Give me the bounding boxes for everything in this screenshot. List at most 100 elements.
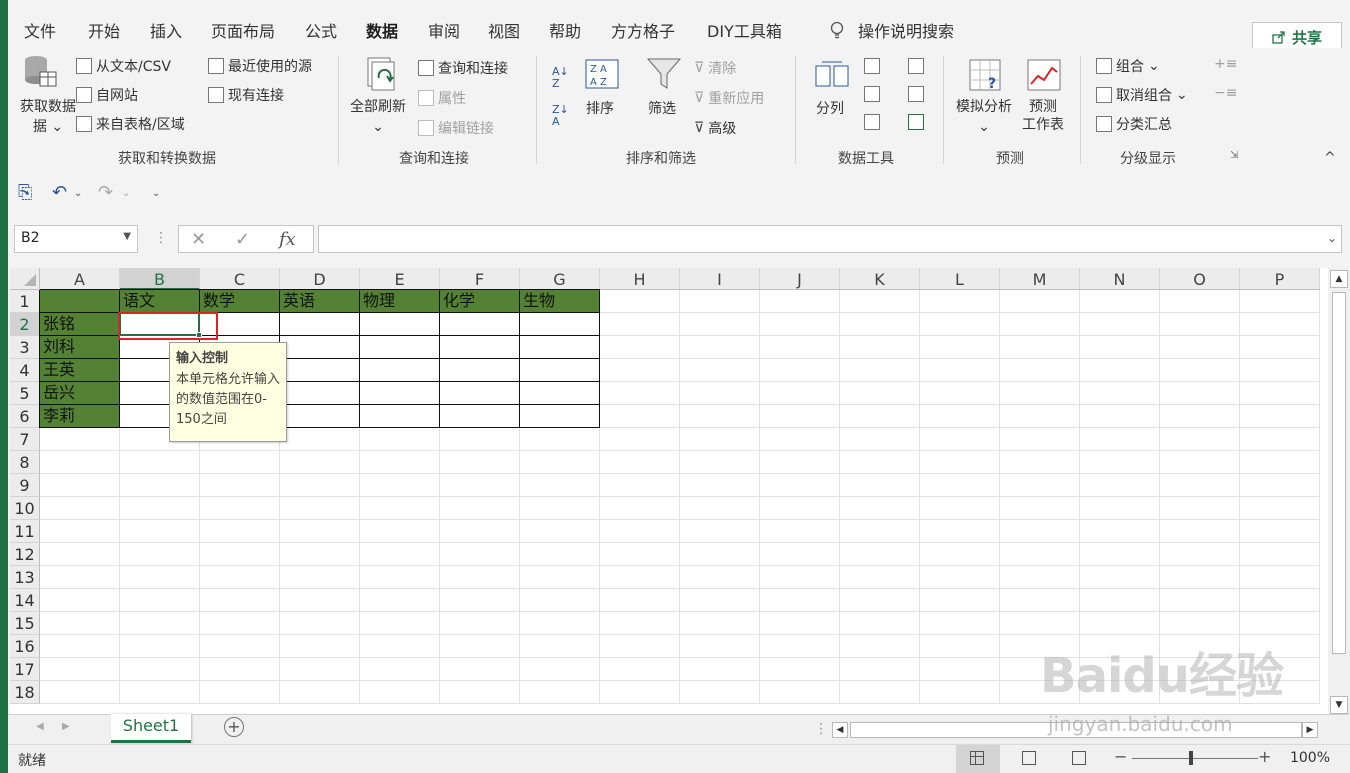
expand-formula-icon[interactable]: ⌄ xyxy=(1327,231,1337,245)
save-icon[interactable]: ⎘ xyxy=(18,182,32,203)
redo-icon[interactable]: ↷ xyxy=(98,182,113,203)
tab-diy-toolbox[interactable]: DIY工具箱 xyxy=(707,18,782,42)
undo-icon[interactable]: ↶ xyxy=(52,182,67,203)
clear-filter-button[interactable]: ⊽ 清除 xyxy=(694,58,736,78)
drag-handle-icon[interactable]: ⋮ xyxy=(154,230,168,246)
redo-dropdown-icon[interactable]: ⌄ xyxy=(122,188,130,199)
tab-page-layout[interactable]: 页面布局 xyxy=(211,18,275,42)
hide-detail-icon[interactable]: −≡ xyxy=(1214,85,1237,101)
sort-za-button[interactable]: Z↓ A xyxy=(552,104,569,128)
show-detail-icon[interactable]: +≡ xyxy=(1214,56,1237,72)
data-validation-icon[interactable] xyxy=(864,114,880,130)
column-header-c[interactable]: C xyxy=(200,268,280,290)
column-header-d[interactable]: D xyxy=(280,268,360,290)
cell-header-e1[interactable]: 物理 xyxy=(360,290,440,313)
recent-sources-button[interactable]: 最近使用的源 xyxy=(208,56,312,76)
remove-duplicates-icon[interactable] xyxy=(864,86,880,102)
normal-view-icon[interactable] xyxy=(956,745,1000,773)
subtotal-button[interactable]: 分类汇总 xyxy=(1096,114,1172,134)
row-header-10[interactable]: 10 xyxy=(10,497,40,520)
tab-home[interactable]: 开始 xyxy=(88,18,120,42)
dialog-launcher-icon[interactable]: ⇲ xyxy=(1230,150,1238,161)
column-header-k[interactable]: K xyxy=(840,268,920,290)
sheet-tab-sheet1[interactable]: Sheet1 xyxy=(111,714,191,743)
confirm-icon[interactable]: ✓ xyxy=(235,229,250,250)
undo-dropdown-icon[interactable]: ⌄ xyxy=(74,188,82,199)
page-layout-view-icon[interactable] xyxy=(1022,751,1036,765)
vertical-scrollbar[interactable]: ▲ ▼ xyxy=(1328,268,1350,714)
row-header-4[interactable]: 4 xyxy=(10,359,40,382)
flash-fill-icon[interactable] xyxy=(864,58,880,74)
tab-file[interactable]: 文件 xyxy=(24,18,56,42)
scroll-right-icon[interactable]: ▶ xyxy=(1302,722,1318,738)
refresh-all-button[interactable]: 全部刷新 ⌄ xyxy=(350,98,406,136)
row-header-14[interactable]: 14 xyxy=(10,589,40,612)
queries-connections-button[interactable]: 查询和连接 xyxy=(418,58,508,78)
column-header-m[interactable]: M xyxy=(1000,268,1080,290)
tab-review[interactable]: 审阅 xyxy=(428,18,460,42)
name-box[interactable]: B2 ▼ xyxy=(14,225,138,253)
row-header-18[interactable]: 18 xyxy=(10,681,40,704)
what-if-button[interactable]: 模拟分析 ⌄ xyxy=(956,98,1012,136)
row-header-13[interactable]: 13 xyxy=(10,566,40,589)
data-model-icon[interactable] xyxy=(908,114,924,130)
group-button[interactable]: 组合 ⌄ xyxy=(1096,56,1160,76)
zoom-level[interactable]: 100% xyxy=(1290,750,1330,766)
edit-links-button[interactable]: 编辑链接 xyxy=(418,118,494,138)
zoom-slider[interactable] xyxy=(1132,758,1258,759)
row-header-12[interactable]: 12 xyxy=(10,543,40,566)
column-header-e[interactable]: E xyxy=(360,268,440,290)
column-header-i[interactable]: I xyxy=(680,268,760,290)
cell-header-b1[interactable]: 语文 xyxy=(120,290,200,313)
scroll-left-icon[interactable]: ◀ xyxy=(832,722,848,738)
customize-qat-icon[interactable]: ⌄ xyxy=(152,188,160,199)
advanced-filter-button[interactable]: ⊽ 高级 xyxy=(694,118,736,138)
row-header-3[interactable]: 3 xyxy=(10,336,40,359)
tab-split-handle-icon[interactable]: ⋮ xyxy=(814,721,828,737)
cell-name-a4[interactable]: 王英 xyxy=(40,359,120,382)
row-header-15[interactable]: 15 xyxy=(10,612,40,635)
tab-insert[interactable]: 插入 xyxy=(150,18,182,42)
tab-data[interactable]: 数据 xyxy=(366,18,399,51)
row-header-6[interactable]: 6 xyxy=(10,405,40,428)
collapse-ribbon-icon[interactable]: ^ xyxy=(1324,150,1336,166)
existing-connections-button[interactable]: 现有连接 xyxy=(208,85,284,105)
zoom-in-icon[interactable]: + xyxy=(1258,747,1271,766)
next-sheet-icon[interactable]: ▶ xyxy=(62,721,70,732)
forecast-sheet-button[interactable]: 预测 工作表 xyxy=(1022,98,1064,134)
cell-name-a3[interactable]: 刘科 xyxy=(40,336,120,359)
text-to-columns-button[interactable]: 分列 xyxy=(816,98,844,118)
scroll-up-icon[interactable]: ▲ xyxy=(1330,270,1348,288)
zoom-slider-thumb[interactable] xyxy=(1189,751,1193,765)
scroll-down-icon[interactable]: ▼ xyxy=(1330,696,1348,714)
relationships-icon[interactable] xyxy=(908,86,924,102)
vertical-scroll-thumb[interactable] xyxy=(1332,292,1346,654)
column-header-p[interactable]: P xyxy=(1240,268,1320,290)
add-sheet-icon[interactable]: + xyxy=(224,717,244,737)
column-header-g[interactable]: G xyxy=(520,268,600,290)
formula-input[interactable]: ⌄ xyxy=(318,225,1342,253)
row-header-7[interactable]: 7 xyxy=(10,428,40,451)
sort-az-button[interactable]: A↓ Z xyxy=(552,66,569,90)
row-header-17[interactable]: 17 xyxy=(10,658,40,681)
tab-view[interactable]: 视图 xyxy=(488,18,520,42)
zoom-out-icon[interactable]: − xyxy=(1114,747,1127,766)
from-web-button[interactable]: 自网站 xyxy=(76,85,138,105)
cell-name-a2[interactable]: 张铭 xyxy=(40,313,120,336)
row-header-5[interactable]: 5 xyxy=(10,382,40,405)
column-header-b[interactable]: B xyxy=(120,268,200,290)
row-header-11[interactable]: 11 xyxy=(10,520,40,543)
sort-button[interactable]: 排序 xyxy=(586,98,614,118)
tab-formulas[interactable]: 公式 xyxy=(305,18,337,42)
cell-name-a6[interactable]: 李莉 xyxy=(40,405,120,428)
filter-button[interactable]: 筛选 xyxy=(648,98,676,118)
row-header-2[interactable]: 2 xyxy=(10,313,40,336)
insert-function-icon[interactable]: fx xyxy=(279,229,296,250)
from-table-button[interactable]: 来自表格/区域 xyxy=(76,114,185,134)
properties-button[interactable]: 属性 xyxy=(418,88,466,108)
cell-name-a5[interactable]: 岳兴 xyxy=(40,382,120,405)
select-all-corner[interactable] xyxy=(10,268,40,290)
cell-header-c1[interactable]: 数学 xyxy=(200,290,280,313)
column-header-j[interactable]: J xyxy=(760,268,840,290)
row-header-8[interactable]: 8 xyxy=(10,451,40,474)
